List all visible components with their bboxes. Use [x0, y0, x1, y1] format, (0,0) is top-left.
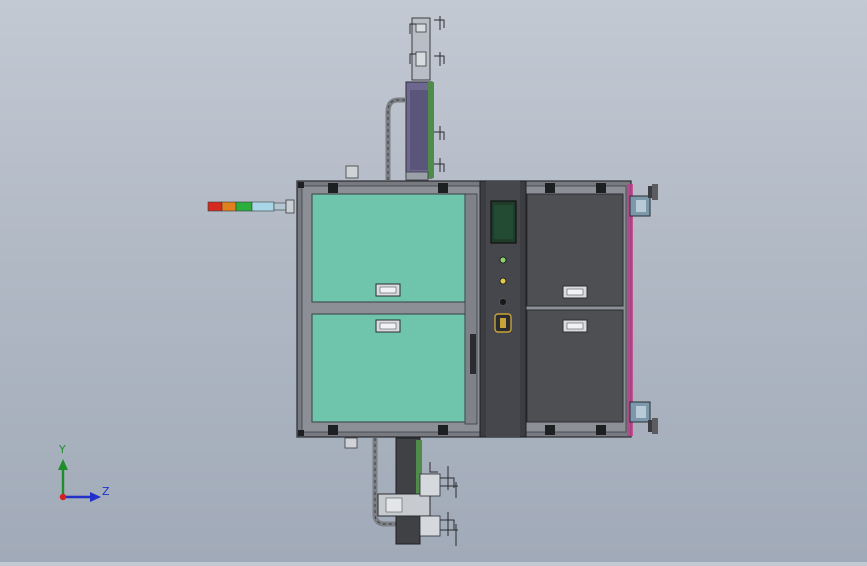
cad-viewport[interactable]: Y Z	[0, 0, 867, 562]
indicator-lamp	[499, 277, 507, 285]
right-door-upper	[526, 193, 624, 307]
left-door-lower	[311, 313, 466, 423]
top-slide-module	[345, 16, 445, 181]
coordinate-triad	[58, 459, 101, 502]
bottom-slide-module	[344, 437, 458, 546]
y-axis-arrow	[58, 459, 68, 470]
emergency-button	[499, 298, 507, 306]
cable-chain	[385, 97, 406, 180]
indicator-lamp	[499, 256, 507, 264]
left-door-upper	[311, 193, 466, 303]
y-axis-label: Y	[59, 443, 66, 456]
right-side-fittings	[627, 184, 658, 436]
model-view[interactable]	[0, 0, 867, 562]
z-axis-label: Z	[102, 485, 110, 498]
triad-origin	[59, 493, 67, 501]
control-panel	[479, 180, 527, 438]
z-axis-arrow	[90, 492, 101, 502]
signal-tower	[207, 199, 295, 214]
right-door-lower	[526, 309, 624, 423]
